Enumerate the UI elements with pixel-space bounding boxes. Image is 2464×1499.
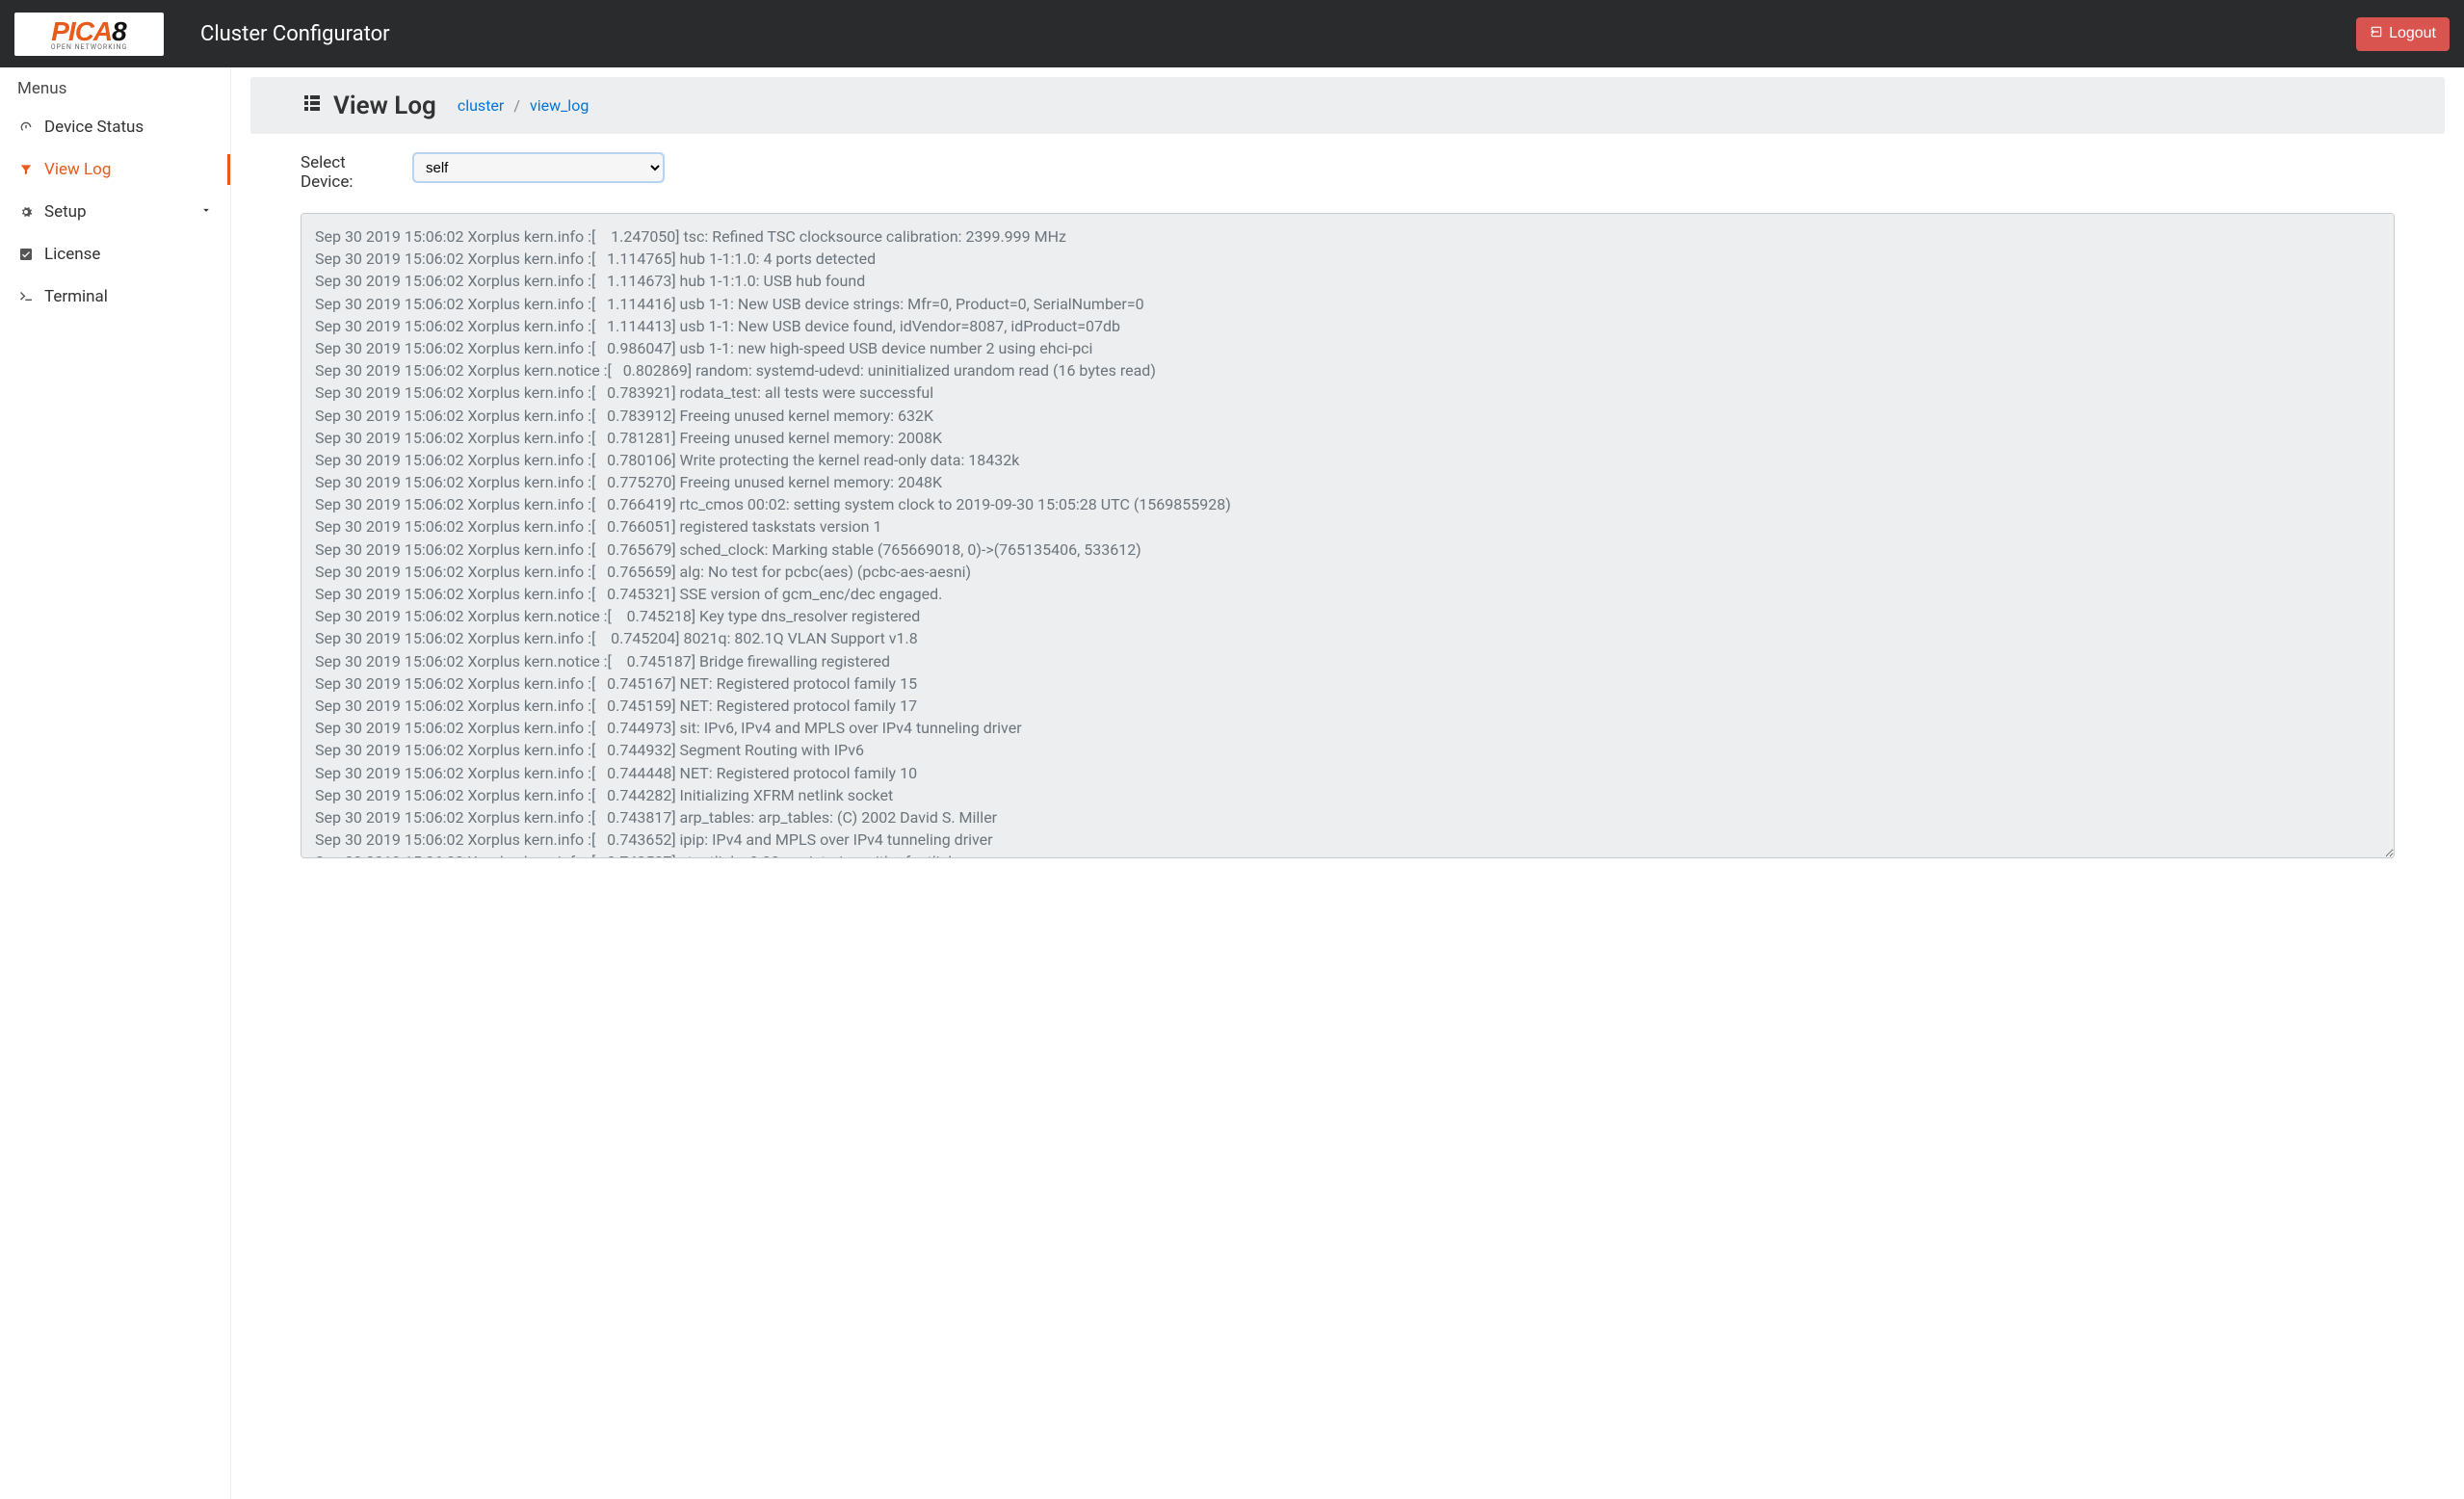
sidebar: Menus Device Status View Log Setup: [0, 67, 231, 1499]
log-line: Sep 30 2019 15:06:02 Xorplus kern.info :…: [315, 784, 2380, 806]
filter-icon: [17, 163, 35, 176]
logout-label: Logout: [2389, 25, 2436, 42]
log-line: Sep 30 2019 15:06:02 Xorplus kern.info :…: [315, 315, 2380, 337]
log-line: Sep 30 2019 15:06:02 Xorplus kern.notice…: [315, 605, 2380, 627]
log-line: Sep 30 2019 15:06:02 Xorplus kern.info :…: [315, 337, 2380, 359]
log-line: Sep 30 2019 15:06:02 Xorplus kern.info :…: [315, 515, 2380, 538]
breadcrumb: cluster / view_log: [458, 96, 589, 115]
terminal-icon: [17, 289, 35, 304]
breadcrumb-separator: /: [513, 96, 520, 115]
brand-logo[interactable]: PICA8 OPEN NETWORKING: [14, 13, 164, 56]
gear-icon: [17, 204, 35, 220]
sidebar-item-device-status[interactable]: Device Status: [0, 106, 230, 148]
breadcrumb-root[interactable]: cluster: [458, 96, 504, 115]
log-line: Sep 30 2019 15:06:02 Xorplus kern.info :…: [315, 739, 2380, 761]
navbar: PICA8 OPEN NETWORKING Cluster Configurat…: [0, 0, 2464, 67]
logo-pica-text: PICA: [51, 16, 112, 46]
log-output[interactable]: Sep 30 2019 15:06:02 Xorplus kern.info :…: [301, 213, 2395, 858]
log-line: Sep 30 2019 15:06:02 Xorplus kern.info :…: [315, 828, 2380, 851]
log-line: Sep 30 2019 15:06:02 Xorplus kern.info :…: [315, 762, 2380, 784]
log-line: Sep 30 2019 15:06:02 Xorplus kern.info :…: [315, 695, 2380, 717]
app-title: Cluster Configurator: [200, 22, 390, 46]
log-line: Sep 30 2019 15:06:02 Xorplus kern.info :…: [315, 717, 2380, 739]
sidebar-item-license[interactable]: License: [0, 233, 230, 276]
page-title: View Log: [301, 91, 436, 120]
log-line: Sep 30 2019 15:06:02 Xorplus kern.info :…: [315, 561, 2380, 583]
log-line: Sep 30 2019 15:06:02 Xorplus kern.info :…: [315, 225, 2380, 248]
chevron-down-icon: [199, 202, 213, 222]
logo-subtitle: OPEN NETWORKING: [51, 43, 128, 51]
log-line: Sep 30 2019 15:06:02 Xorplus kern.info :…: [315, 293, 2380, 315]
sidebar-item-label: Device Status: [44, 118, 144, 137]
log-line: Sep 30 2019 15:06:02 Xorplus kern.info :…: [315, 405, 2380, 427]
sidebar-header: Menus: [0, 67, 230, 106]
log-line: Sep 30 2019 15:06:02 Xorplus kern.notice…: [315, 359, 2380, 381]
dashboard-icon: [17, 119, 35, 135]
navbar-left: PICA8 OPEN NETWORKING Cluster Configurat…: [14, 13, 390, 56]
sidebar-item-terminal[interactable]: Terminal: [0, 276, 230, 318]
device-select[interactable]: self: [413, 153, 664, 182]
list-icon: [301, 91, 324, 120]
sidebar-item-setup[interactable]: Setup: [0, 191, 230, 233]
log-line: Sep 30 2019 15:06:02 Xorplus kern.info :…: [315, 583, 2380, 605]
device-select-row: Select Device: self: [301, 153, 2395, 192]
log-line: Sep 30 2019 15:06:02 Xorplus kern.info :…: [315, 851, 2380, 858]
breadcrumb-leaf[interactable]: view_log: [530, 96, 589, 115]
log-line: Sep 30 2019 15:06:02 Xorplus kern.info :…: [315, 381, 2380, 404]
logout-button[interactable]: Logout: [2356, 17, 2450, 51]
log-line: Sep 30 2019 15:06:02 Xorplus kern.info :…: [315, 270, 2380, 292]
log-line: Sep 30 2019 15:06:02 Xorplus kern.info :…: [315, 449, 2380, 471]
main: View Log cluster / view_log Select Devic…: [231, 67, 2464, 1499]
log-line: Sep 30 2019 15:06:02 Xorplus kern.info :…: [315, 672, 2380, 695]
log-line: Sep 30 2019 15:06:02 Xorplus kern.info :…: [315, 493, 2380, 515]
content: Select Device: self Sep 30 2019 15:06:02…: [250, 134, 2445, 878]
page-title-text: View Log: [333, 92, 436, 120]
log-line: Sep 30 2019 15:06:02 Xorplus kern.info :…: [315, 627, 2380, 649]
log-line: Sep 30 2019 15:06:02 Xorplus kern.info :…: [315, 248, 2380, 270]
sidebar-item-label: Terminal: [44, 287, 108, 306]
logo-8-text: 8: [112, 16, 127, 46]
sidebar-item-view-log[interactable]: View Log: [0, 148, 230, 191]
check-square-icon: [17, 247, 35, 262]
sidebar-item-label: View Log: [44, 160, 111, 179]
log-line: Sep 30 2019 15:06:02 Xorplus kern.info :…: [315, 806, 2380, 828]
device-select-label: Select Device:: [301, 153, 363, 192]
log-line: Sep 30 2019 15:06:02 Xorplus kern.info :…: [315, 427, 2380, 449]
sidebar-item-label: License: [44, 245, 100, 264]
sidebar-item-label: Setup: [44, 202, 87, 222]
log-line: Sep 30 2019 15:06:02 Xorplus kern.notice…: [315, 650, 2380, 672]
page-header: View Log cluster / view_log: [250, 77, 2445, 134]
logout-icon: [2370, 25, 2383, 43]
log-line: Sep 30 2019 15:06:02 Xorplus kern.info :…: [315, 539, 2380, 561]
log-line: Sep 30 2019 15:06:02 Xorplus kern.info :…: [315, 471, 2380, 493]
